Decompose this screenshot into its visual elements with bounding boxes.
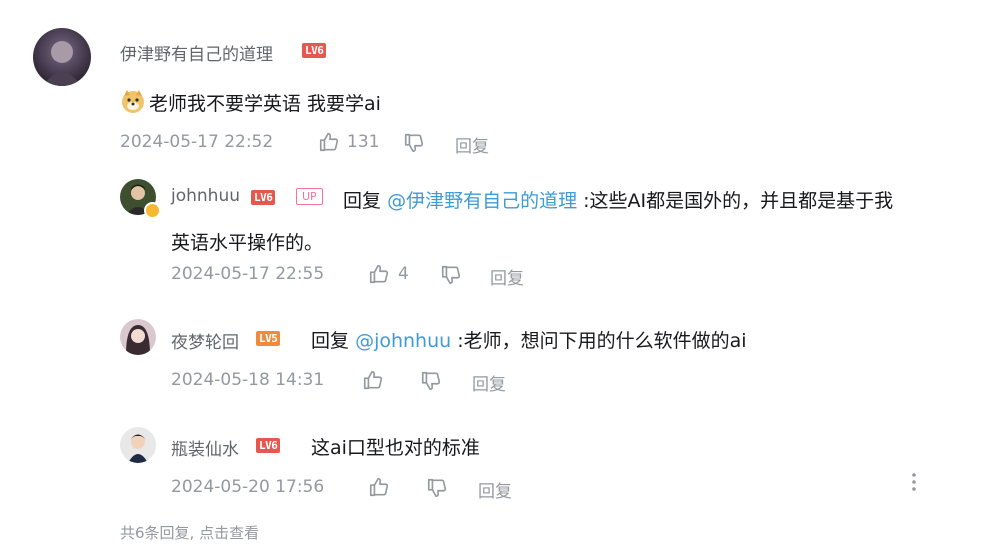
comment-content: :这些AI都是国外的，并且都是基于我 — [583, 190, 894, 212]
avatar[interactable] — [33, 28, 91, 86]
reply-button[interactable]: 回复 — [455, 132, 489, 157]
thumbs-down-icon[interactable] — [420, 370, 442, 392]
reply-button[interactable]: 回复 — [478, 477, 512, 502]
comment-text: 老师我不要学英语 我要学ai — [149, 93, 381, 115]
timestamp: 2024-05-18 14:31 — [171, 370, 325, 390]
timestamp: 2024-05-17 22:55 — [171, 264, 325, 284]
username[interactable]: 伊津野有自己的道理 — [120, 40, 273, 65]
thumbs-up-icon[interactable] — [368, 263, 390, 285]
comment-text-continued: 英语水平操作的。 — [171, 232, 324, 254]
username[interactable]: johnhuu — [171, 186, 240, 206]
avatar[interactable] — [120, 319, 156, 355]
thumbs-down-icon[interactable] — [426, 477, 448, 499]
timestamp: 2024-05-20 17:56 — [171, 477, 325, 497]
level-badge: LV6 — [251, 190, 276, 205]
up-badge: UP — [296, 188, 323, 205]
level-badge: LV5 — [256, 331, 281, 346]
view-all-replies-link[interactable]: 共6条回复, 点击查看 — [120, 522, 259, 543]
reply-button[interactable]: 回复 — [472, 370, 506, 395]
reply-prefix: 回复 — [343, 190, 382, 212]
like-count: 131 — [347, 132, 380, 152]
avatar[interactable] — [120, 427, 156, 463]
thumbs-up-icon[interactable] — [368, 476, 390, 498]
thumbs-up-icon[interactable] — [362, 369, 384, 391]
mention-link[interactable]: @伊津野有自己的道理 — [387, 190, 577, 212]
comment-text: 回复 @johnhuu :老师，想问下用的什么软件做的ai — [311, 326, 747, 353]
comment-content: :老师，想问下用的什么软件做的ai — [457, 330, 747, 352]
username[interactable]: 瓶装仙水 — [171, 435, 239, 460]
reply-prefix: 回复 — [311, 330, 350, 352]
level-badge: LV6 — [302, 43, 327, 58]
more-vertical-icon[interactable] — [910, 472, 918, 492]
thumbs-up-icon[interactable] — [318, 131, 340, 153]
reply-button[interactable]: 回复 — [490, 264, 524, 289]
doge-emoji-icon — [120, 88, 146, 114]
timestamp: 2024-05-17 22:52 — [120, 132, 274, 152]
level-badge: LV6 — [256, 438, 281, 453]
like-count: 4 — [398, 264, 409, 284]
thumbs-down-icon[interactable] — [440, 264, 462, 286]
comment-text: 这ai口型也对的标准 — [311, 437, 480, 459]
thumbs-down-icon[interactable] — [403, 132, 425, 154]
mention-link[interactable]: @johnhuu — [355, 330, 451, 352]
username[interactable]: 夜梦轮回 — [171, 328, 239, 353]
comment-text: 回复 @伊津野有自己的道理 :这些AI都是国外的，并且都是基于我 — [343, 186, 893, 213]
verified-badge-icon — [144, 202, 161, 219]
